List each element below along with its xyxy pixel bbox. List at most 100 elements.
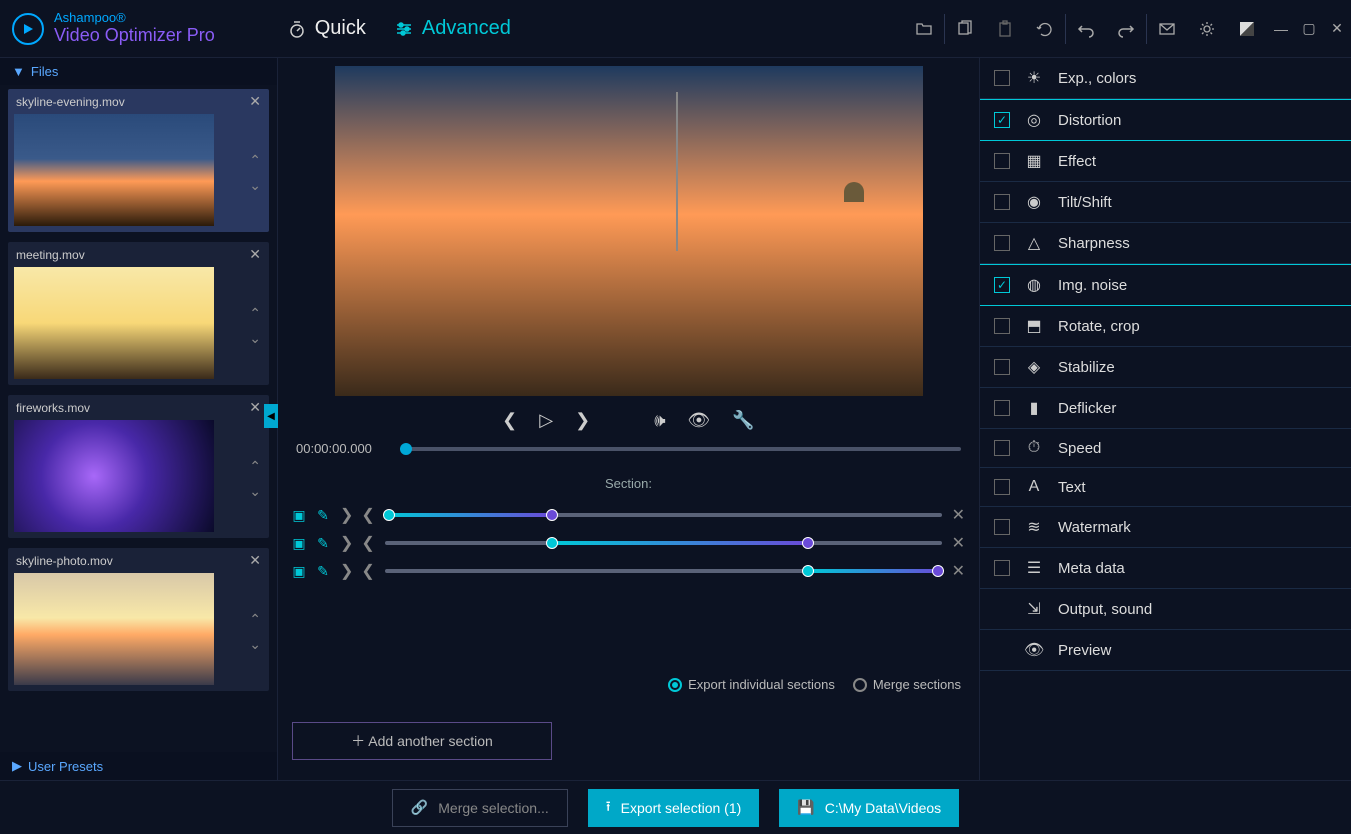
edit-icon[interactable]: ✎ — [316, 535, 330, 552]
tool-deflicker[interactable]: ▮Deflicker — [980, 388, 1351, 429]
close-icon[interactable]: ✕ — [249, 93, 261, 110]
merge-selection-button[interactable]: 🔗Merge selection... — [392, 789, 568, 827]
close-icon[interactable]: ✕ — [249, 552, 261, 569]
delete-section-icon[interactable]: ✕ — [952, 561, 965, 581]
checkbox[interactable] — [994, 153, 1010, 169]
tool-sharpness[interactable]: △Sharpness — [980, 223, 1351, 264]
tool-distortion[interactable]: ◎Distortion — [980, 99, 1351, 141]
tool-text[interactable]: AText — [980, 468, 1351, 507]
mode-quick[interactable]: Quick — [287, 17, 366, 40]
merge-sections-radio[interactable]: Merge sections — [853, 677, 961, 692]
eye-icon[interactable]: 👁 — [688, 410, 711, 431]
play-icon[interactable]: ▷ — [539, 410, 553, 431]
add-section-button[interactable]: ＋ Add another section — [292, 722, 552, 760]
move-up-icon[interactable]: ⌃ — [249, 458, 261, 475]
folder-icon[interactable] — [904, 0, 944, 58]
section-track[interactable] — [385, 513, 942, 517]
chevron-right-icon[interactable]: ❯ — [340, 505, 353, 525]
presets-header[interactable]: ▶ User Presets — [0, 752, 277, 780]
tool-stabilize[interactable]: ◈Stabilize — [980, 347, 1351, 388]
collapse-sidebar-icon[interactable]: ◀ — [264, 404, 278, 428]
tool-icon: ◍ — [1024, 275, 1044, 295]
tool-meta-data[interactable]: ☰Meta data — [980, 548, 1351, 589]
section-select-icon[interactable]: ▣ — [292, 563, 306, 580]
move-down-icon[interactable]: ⌄ — [249, 636, 261, 653]
chevron-left-icon[interactable]: ❮ — [361, 561, 374, 581]
export-individual-radio[interactable]: Export individual sections — [668, 677, 835, 692]
delete-section-icon[interactable]: ✕ — [952, 533, 965, 553]
app-name: Video Optimizer Pro — [54, 26, 215, 46]
section-track[interactable] — [385, 541, 942, 545]
checkbox[interactable] — [994, 519, 1010, 535]
edit-icon[interactable]: ✎ — [316, 507, 330, 524]
undo-icon[interactable] — [1066, 0, 1106, 58]
checkbox[interactable] — [994, 112, 1010, 128]
file-item[interactable]: fireworks.mov✕ ⌃⌄ — [8, 395, 269, 538]
tool-effect[interactable]: ▦Effect — [980, 141, 1351, 182]
playhead[interactable] — [400, 443, 412, 455]
checkbox[interactable] — [994, 70, 1010, 86]
redo-icon[interactable] — [1106, 0, 1146, 58]
volume-icon[interactable]: 🕪 — [654, 410, 665, 431]
edit-icon[interactable]: ✎ — [316, 563, 330, 580]
section-select-icon[interactable]: ▣ — [292, 507, 306, 524]
tool-preview[interactable]: 👁Preview — [980, 630, 1351, 671]
tool-label: Exp., colors — [1058, 70, 1136, 87]
minimize-button[interactable]: — — [1267, 0, 1295, 58]
gear-icon[interactable] — [1187, 0, 1227, 58]
move-up-icon[interactable]: ⌃ — [249, 305, 261, 322]
section-select-icon[interactable]: ▣ — [292, 535, 306, 552]
tool-exp-colors[interactable]: ☀Exp., colors — [980, 58, 1351, 99]
close-icon[interactable]: ✕ — [249, 246, 261, 263]
tool-output-sound[interactable]: ⇲Output, sound — [980, 589, 1351, 630]
move-down-icon[interactable]: ⌄ — [249, 177, 261, 194]
tool-watermark[interactable]: ≋Watermark — [980, 507, 1351, 548]
file-item[interactable]: skyline-evening.mov✕ ⌃⌄ — [8, 89, 269, 232]
tool-img-noise[interactable]: ◍Img. noise — [980, 264, 1351, 306]
thumbnail — [14, 267, 214, 379]
contrast-icon[interactable] — [1227, 0, 1267, 58]
checkbox[interactable] — [994, 235, 1010, 251]
section-track[interactable] — [385, 569, 942, 573]
delete-section-icon[interactable]: ✕ — [952, 505, 965, 525]
video-preview — [335, 66, 923, 396]
maximize-button[interactable]: ▢ — [1295, 0, 1323, 58]
next-frame-icon[interactable]: ❯ — [575, 410, 590, 431]
checkbox[interactable] — [994, 440, 1010, 456]
checkbox[interactable] — [994, 479, 1010, 495]
chevron-right-icon[interactable]: ❯ — [340, 561, 353, 581]
timeline-track[interactable] — [400, 447, 961, 451]
close-icon[interactable]: ✕ — [249, 399, 261, 416]
wrench-icon[interactable]: 🔧 — [732, 410, 754, 431]
tool-label: Preview — [1058, 642, 1111, 659]
mail-icon[interactable] — [1147, 0, 1187, 58]
refresh-icon[interactable] — [1025, 0, 1065, 58]
copy-icon[interactable] — [945, 0, 985, 58]
checkbox[interactable] — [994, 560, 1010, 576]
move-down-icon[interactable]: ⌄ — [249, 483, 261, 500]
chevron-right-icon[interactable]: ❯ — [340, 533, 353, 553]
tool-rotate-crop[interactable]: ⬒Rotate, crop — [980, 306, 1351, 347]
file-item[interactable]: meeting.mov✕ ⌃⌄ — [8, 242, 269, 385]
move-down-icon[interactable]: ⌄ — [249, 330, 261, 347]
output-path-button[interactable]: 💾C:\My Data\Videos — [779, 789, 959, 827]
chevron-left-icon[interactable]: ❮ — [361, 533, 374, 553]
checkbox[interactable] — [994, 318, 1010, 334]
tool-tilt-shift[interactable]: ◉Tilt/Shift — [980, 182, 1351, 223]
checkbox[interactable] — [994, 277, 1010, 293]
move-up-icon[interactable]: ⌃ — [249, 152, 261, 169]
checkbox[interactable] — [994, 359, 1010, 375]
mode-advanced[interactable]: Advanced — [394, 17, 511, 40]
checkbox[interactable] — [994, 400, 1010, 416]
export-selection-button[interactable]: ⭱Export selection (1) — [588, 789, 760, 827]
checkbox[interactable] — [994, 194, 1010, 210]
clipboard-icon[interactable] — [985, 0, 1025, 58]
chevron-left-icon[interactable]: ❮ — [361, 505, 374, 525]
tool-speed[interactable]: ⏱Speed — [980, 429, 1351, 468]
file-item[interactable]: skyline-photo.mov✕ ⌃⌄ — [8, 548, 269, 691]
save-icon: 💾 — [797, 799, 814, 816]
prev-frame-icon[interactable]: ❮ — [502, 410, 517, 431]
files-header[interactable]: ▼ Files — [0, 58, 277, 85]
move-up-icon[interactable]: ⌃ — [249, 611, 261, 628]
close-button[interactable]: ✕ — [1323, 0, 1351, 58]
